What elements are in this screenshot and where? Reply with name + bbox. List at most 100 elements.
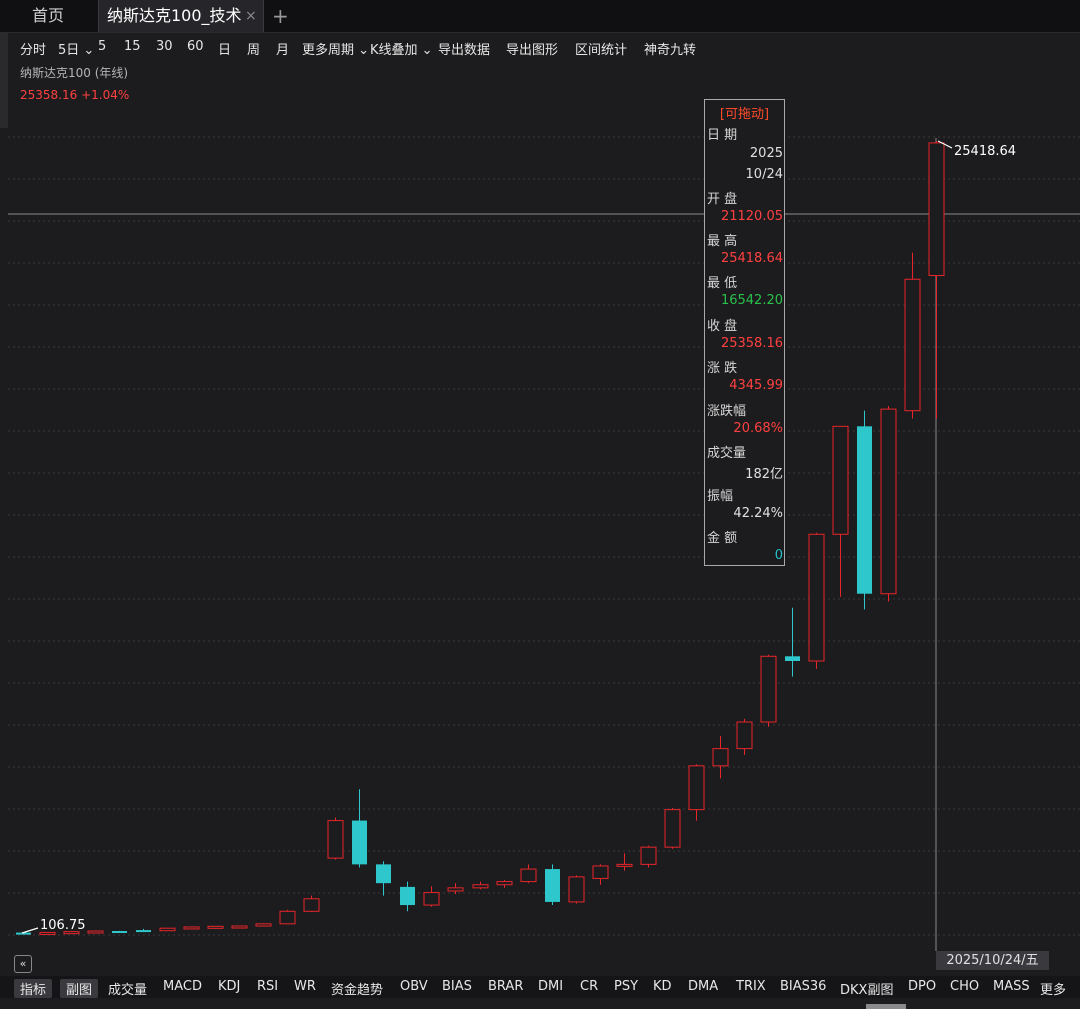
indicator-cr[interactable]: CR	[580, 979, 598, 994]
indicator-dma[interactable]: DMA	[688, 979, 718, 994]
candle-body	[904, 278, 921, 412]
indicator-cho[interactable]: CHO	[950, 979, 979, 994]
candle-body	[352, 820, 367, 865]
candle-body	[231, 925, 248, 929]
chart-grid	[8, 136, 1080, 936]
candle	[183, 926, 200, 930]
candle-body	[664, 809, 681, 848]
min-arrow	[21, 927, 39, 934]
candle	[785, 607, 800, 677]
candle-body	[688, 765, 705, 811]
candle-body	[520, 868, 537, 883]
infobox-pct-label: 涨跌幅	[707, 404, 747, 419]
infobox-close-label: 收 盘	[707, 319, 738, 334]
infobox-low-label: 最 低	[707, 276, 738, 291]
candlestick-chart[interactable]: 25418.64 106.75	[0, 0, 1080, 1009]
indicator-psy[interactable]: PSY	[614, 979, 638, 994]
candle	[832, 425, 849, 597]
candle	[520, 864, 537, 884]
candle	[857, 410, 872, 610]
ohlc-info-box[interactable]: [可拖动] 日 期 2025 10/24 开 盘 21120.05 最 高 25…	[704, 99, 785, 566]
subchart-button[interactable]: 副图	[60, 979, 99, 998]
max-value-label: 25418.64	[954, 144, 1016, 159]
candle-body	[136, 930, 151, 933]
candle-body	[857, 426, 872, 594]
candle-body	[207, 925, 224, 929]
indicator-brar[interactable]: BRAR	[488, 979, 523, 994]
indicator-wr[interactable]: WR	[294, 979, 316, 994]
indicator-trix[interactable]: TRIX	[736, 979, 766, 994]
infobox-pct: 20.68%	[733, 421, 783, 436]
candle-body	[279, 910, 296, 925]
indicator-obv[interactable]: OBV	[400, 979, 428, 994]
infobox-date-label: 日 期	[707, 128, 738, 143]
candle-body	[423, 892, 440, 906]
indicator-dmi[interactable]: DMI	[538, 979, 563, 994]
double-chevron-left-icon[interactable]: «	[14, 955, 32, 973]
candle	[472, 881, 489, 890]
candle	[159, 927, 176, 932]
indicator-more[interactable]: 更多	[1040, 979, 1066, 998]
cursor-date-label: 2025/10/24/五	[936, 951, 1049, 970]
candle-body	[545, 869, 560, 902]
candle	[255, 923, 272, 927]
infobox-change: 4345.99	[729, 378, 783, 393]
infobox-date-md: 10/24	[745, 167, 783, 182]
max-marker: 25418.64	[937, 140, 1016, 159]
infobox-volume: 182亿	[745, 467, 783, 482]
candle-body	[255, 923, 272, 927]
indicator-dkx[interactable]: DKX副图	[840, 979, 893, 998]
infobox-amplitude-label: 振幅	[707, 489, 734, 504]
infobox-open-label: 开 盘	[707, 192, 738, 207]
candle-body	[183, 926, 200, 930]
candle-body	[447, 887, 464, 892]
infobox-amount-label: 金 额	[707, 531, 738, 546]
candle	[327, 817, 344, 860]
infobox-amount: 0	[774, 548, 783, 563]
candle-body	[159, 927, 176, 932]
candle-body	[928, 142, 945, 277]
indicator-rsi[interactable]: RSI	[257, 979, 278, 994]
indicator-macd[interactable]: MACD	[163, 979, 202, 994]
candle	[447, 883, 464, 895]
indicator-capital-trend[interactable]: 资金趋势	[331, 979, 383, 998]
candle	[423, 886, 440, 907]
candle	[136, 928, 151, 933]
candle	[400, 881, 415, 912]
candle	[880, 405, 897, 602]
candle	[231, 925, 248, 929]
candle	[640, 845, 657, 868]
infobox-high-label: 最 高	[707, 234, 738, 249]
indicator-menu-button[interactable]: 指标	[14, 979, 53, 998]
scrollbar-thumb[interactable]	[866, 1004, 906, 1009]
candle	[352, 789, 367, 868]
candle	[592, 864, 609, 885]
indicator-bar: 指标 副图 成交量 MACD KDJ RSI WR 资金趋势 OBV BIAS …	[0, 976, 1080, 998]
candle-body	[472, 884, 489, 889]
indicator-kd[interactable]: KD	[653, 979, 672, 994]
candle-body	[400, 886, 415, 906]
candle	[376, 861, 391, 896]
infobox-drag-header[interactable]: [可拖动]	[705, 103, 784, 122]
indicator-mass[interactable]: MASS	[993, 979, 1030, 994]
indicator-bias[interactable]: BIAS	[442, 979, 472, 994]
candle	[279, 909, 296, 925]
indicator-dpo[interactable]: DPO	[908, 979, 936, 994]
candle-body	[303, 898, 320, 912]
candle	[303, 895, 320, 912]
infobox-open: 21120.05	[720, 209, 783, 224]
candle	[568, 875, 585, 904]
indicator-volume[interactable]: 成交量	[108, 979, 147, 998]
candle	[616, 853, 633, 871]
infobox-change-label: 涨 跌	[707, 361, 738, 376]
candle-body	[808, 533, 825, 662]
candle-body	[712, 748, 729, 767]
min-marker: 106.75	[21, 918, 86, 934]
candle	[545, 864, 560, 906]
infobox-date-year: 2025	[749, 146, 783, 161]
candle	[808, 532, 825, 669]
candle-body	[832, 425, 849, 535]
indicator-bias36[interactable]: BIAS36	[780, 979, 826, 994]
candle-body	[640, 846, 657, 865]
indicator-kdj[interactable]: KDJ	[218, 979, 240, 994]
